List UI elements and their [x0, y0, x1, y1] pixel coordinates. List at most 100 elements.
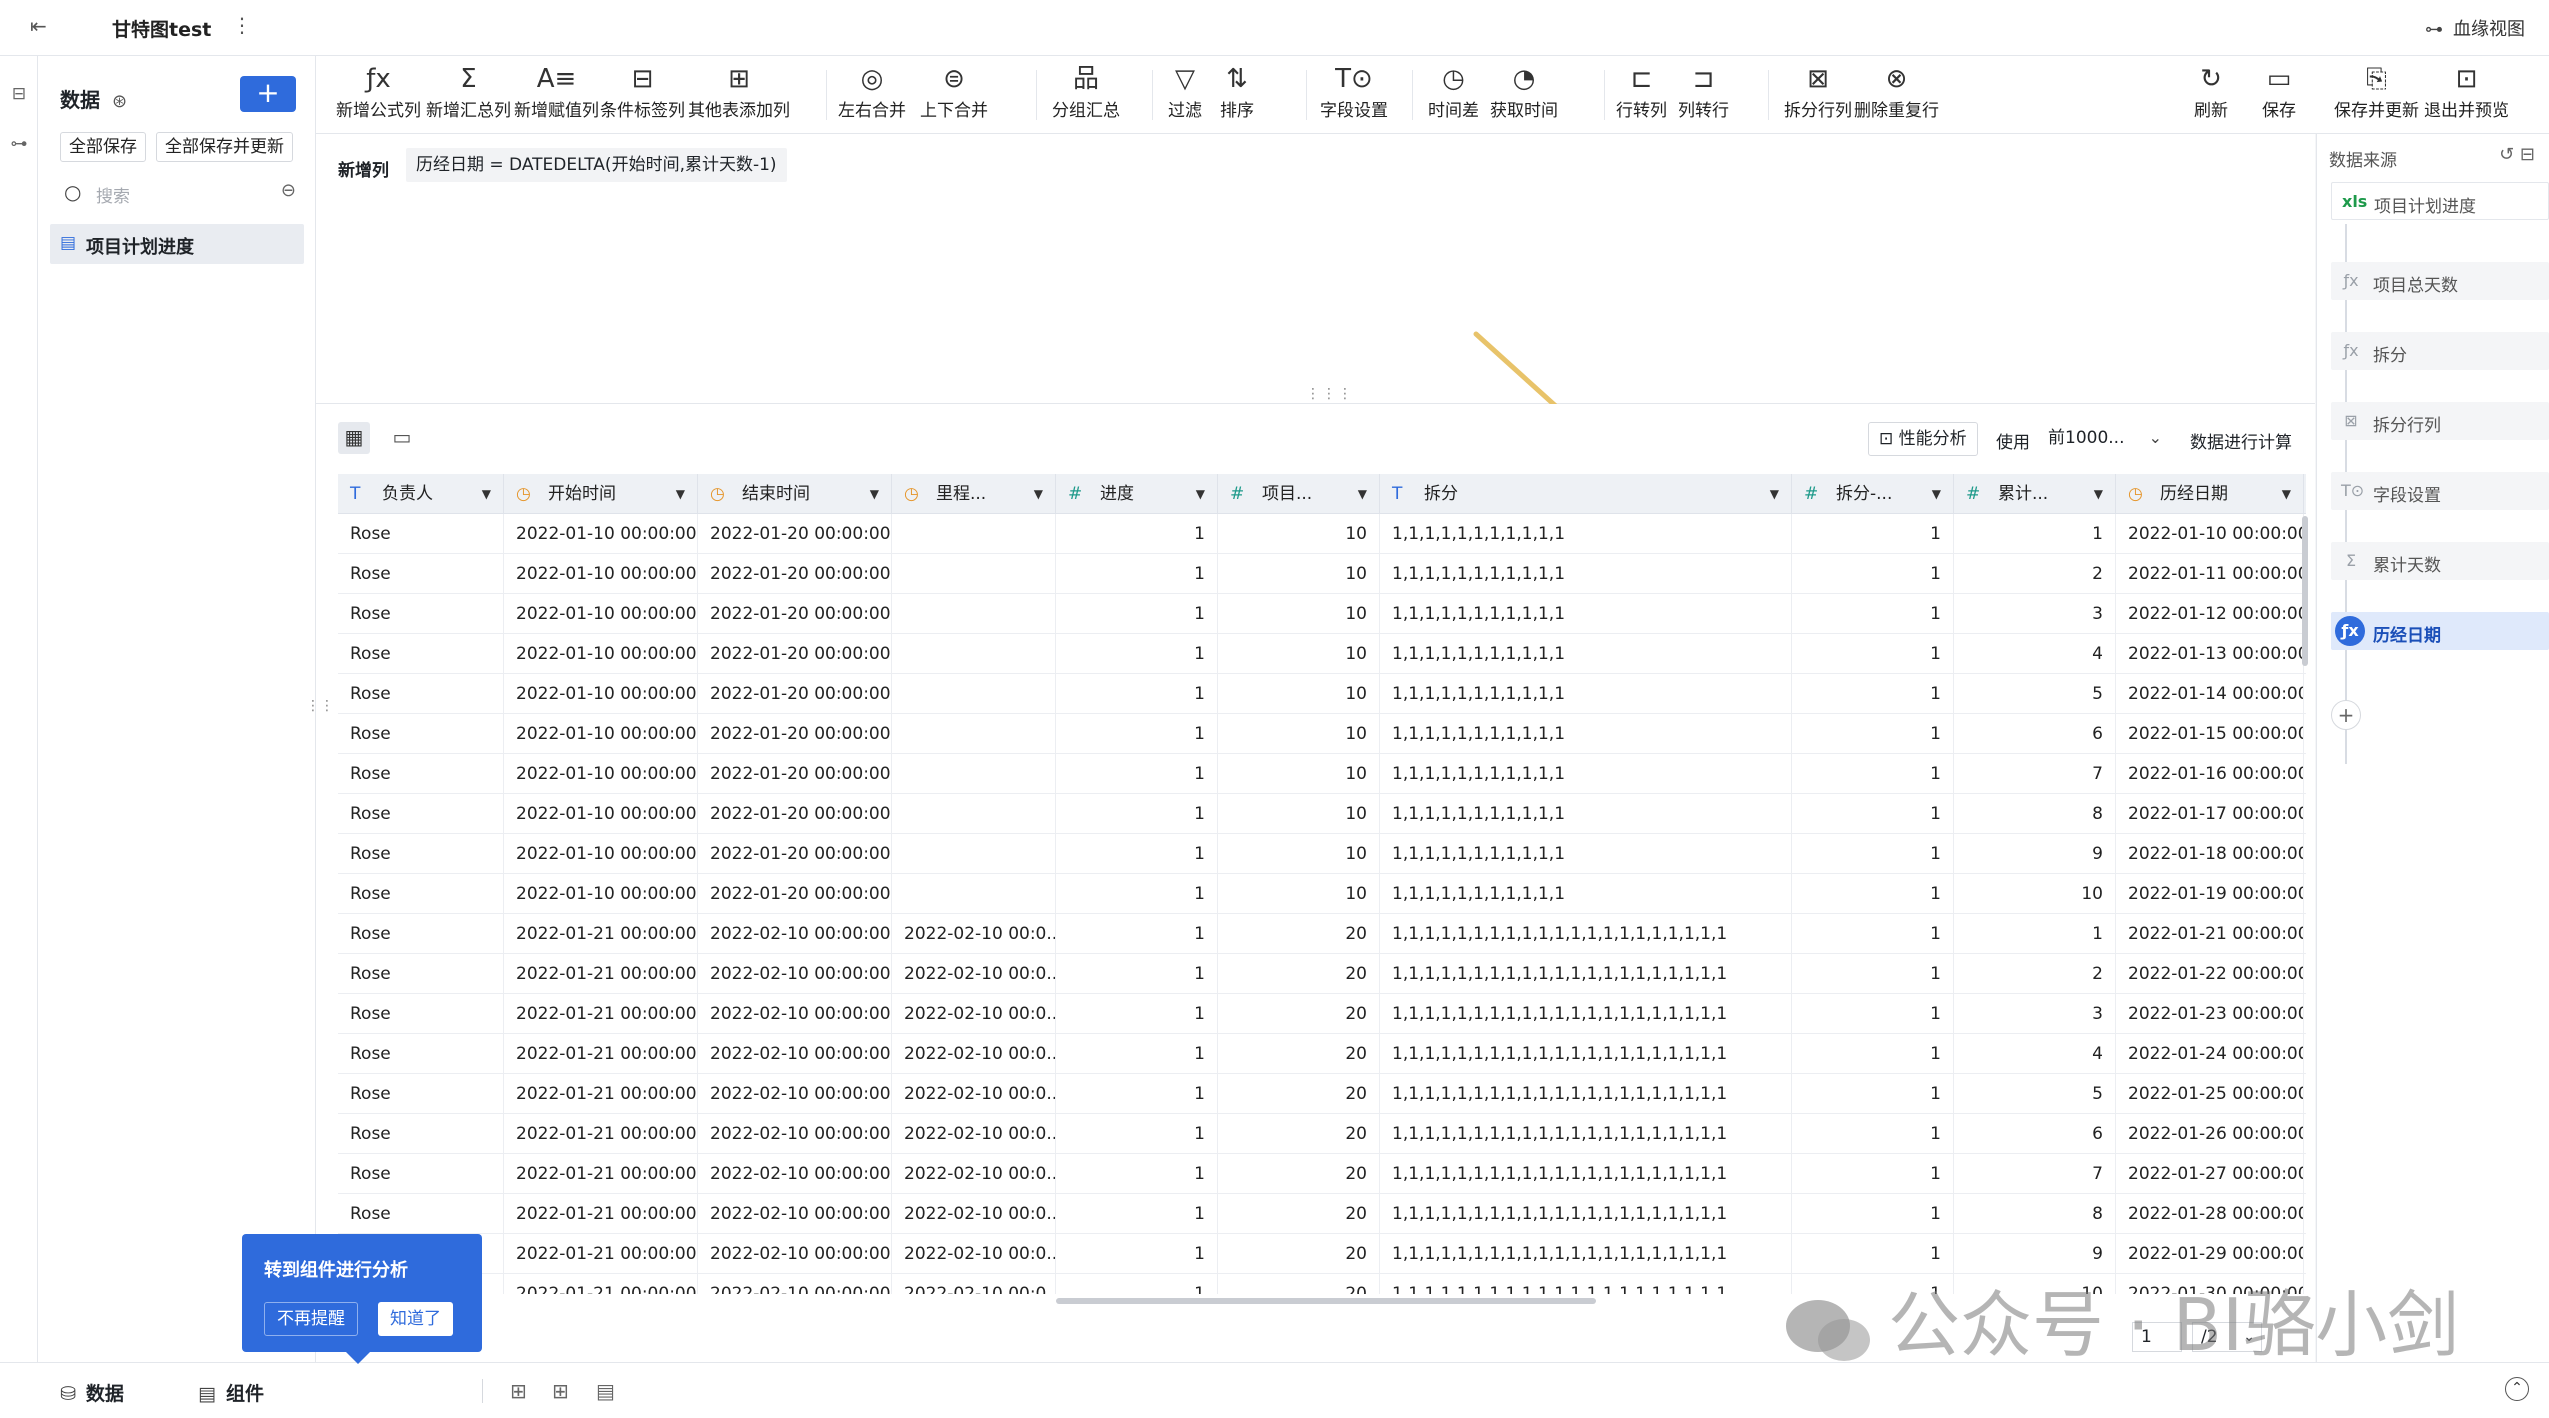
table-row[interactable]: Rose 2022-01-10 00:00:00 2022-01-20 00:00:…: [338, 714, 2306, 754]
toolbar-merge-ud-button[interactable]: ⊜ 上下合并: [920, 62, 988, 121]
tab-component[interactable]: ▤ 组件: [198, 1379, 264, 1406]
save-all-button[interactable]: 全部保存: [60, 132, 146, 162]
step-1[interactable]: ƒx 项目总天数: [2331, 262, 2549, 300]
table-row[interactable]: Rose2022-01-21 00:00:002022-02-10 00:00:…: [338, 1194, 2306, 1234]
caret-down-icon[interactable]: ▼: [1358, 474, 1367, 514]
toolbar-sigma-button[interactable]: Σ 新增汇总列: [426, 62, 511, 121]
tab-data[interactable]: ⛁ 数据: [60, 1379, 124, 1406]
settings-icon[interactable]: ⊛: [112, 91, 127, 112]
table-cell: 2022-01-18 00:00:00: [2116, 834, 2304, 874]
caret-down-icon[interactable]: ▼: [1034, 474, 1043, 514]
caret-down-icon[interactable]: ▼: [482, 474, 491, 514]
step-2[interactable]: ƒx 拆分: [2331, 332, 2549, 370]
table-item-project-plan[interactable]: ▤ 项目计划进度: [50, 224, 304, 264]
add-data-button[interactable]: +: [240, 76, 296, 112]
step-6[interactable]: ƒx 历经日期: [2331, 612, 2549, 650]
resize-handle[interactable]: ⋮⋮⋮: [1306, 386, 1354, 402]
caret-down-icon[interactable]: ▼: [676, 474, 685, 514]
more-icon[interactable]: ⋮: [232, 13, 252, 37]
table-row[interactable]: Rose 2022-01-10 00:00:00 2022-01-20 00:00:…: [338, 754, 2306, 794]
table-row[interactable]: Rose2022-01-21 00:00:002022-02-10 00:00:…: [338, 994, 2306, 1034]
column-header[interactable]: # 累计... ▼: [1954, 474, 2116, 514]
caret-down-icon[interactable]: ▼: [2282, 474, 2291, 514]
add-table-icon[interactable]: ⊞: [552, 1379, 569, 1403]
table-row[interactable]: Rose 2022-01-10 00:00:00 2022-01-20 00:00:…: [338, 594, 2306, 634]
caret-down-icon[interactable]: ▼: [1196, 474, 1205, 514]
toolbar-field-button[interactable]: T⊙ 字段设置: [1320, 62, 1388, 121]
caret-down-icon[interactable]: ▼: [2094, 474, 2103, 514]
toolbar-condition-button[interactable]: ⊟ 条件标签列: [600, 62, 685, 121]
formula-expression[interactable]: 历经日期 = DATEDELTA(开始时间,累计天数-1): [406, 148, 787, 182]
add-chart-icon[interactable]: ⊞: [510, 1379, 527, 1403]
step-4[interactable]: T⊙ 字段设置: [2331, 472, 2549, 510]
dismiss-button[interactable]: 不再提醒: [264, 1302, 358, 1336]
panel-resize-handle[interactable]: ⋮⋮: [306, 698, 334, 714]
column-header[interactable]: ◷ 历经日期 ▼: [2116, 474, 2304, 514]
table-row[interactable]: Rose 2022-01-10 00:00:00 2022-01-20 00:00:…: [338, 794, 2306, 834]
toolbar-filter-button[interactable]: ▽ 过滤: [1168, 62, 1202, 121]
column-header[interactable]: T 负责人 ▼: [338, 474, 504, 514]
caret-down-icon[interactable]: ▼: [1932, 474, 1941, 514]
exit-preview-button[interactable]: ⊡ 退出并预览: [2424, 62, 2509, 121]
search-input[interactable]: 搜索: [96, 182, 130, 207]
horizontal-scrollbar[interactable]: [1056, 1298, 1596, 1304]
source-step[interactable]: xls 项目计划进度: [2331, 182, 2549, 220]
caret-down-icon[interactable]: ▼: [1770, 474, 1779, 514]
caret-down-icon[interactable]: ▼: [870, 474, 879, 514]
toolbar-assign-button[interactable]: A≡ 新增赋值列: [514, 62, 599, 121]
column-header[interactable]: # 进度 ▼: [1056, 474, 1218, 514]
step-3[interactable]: ⊠ 拆分行列: [2331, 402, 2549, 440]
collapse-icon[interactable]: ⌃: [2505, 1377, 2529, 1401]
save-all-update-button[interactable]: 全部保存并更新: [156, 132, 293, 162]
table-row[interactable]: Rose2022-01-21 00:00:002022-02-10 00:00:…: [338, 1034, 2306, 1074]
toolbar-row-to-col-button[interactable]: ⊏ 行转列: [1616, 62, 1667, 121]
toolbar-get-time-button[interactable]: ◔ 获取时间: [1490, 62, 1558, 121]
history-icon[interactable]: ↺ ⊟: [2499, 144, 2535, 165]
grid-view-button[interactable]: ▦: [338, 422, 370, 454]
options-icon[interactable]: ⊖: [281, 180, 296, 201]
toolbar-sort-button[interactable]: ⇅ 排序: [1220, 62, 1254, 121]
save-update-button[interactable]: ⎘ 保存并更新: [2334, 62, 2419, 121]
column-header[interactable]: # 拆分-... ▼: [1792, 474, 1954, 514]
toolbar-fx-button[interactable]: ƒx 新增公式列: [336, 62, 421, 121]
data-prep-icon[interactable]: ⊟: [8, 84, 30, 106]
add-step-button[interactable]: +: [2331, 700, 2361, 730]
lineage-view-button[interactable]: ⊶ 血缘视图: [2425, 15, 2525, 41]
table-row[interactable]: Rose 2022-01-10 00:00:00 2022-01-20 00:00:…: [338, 634, 2306, 674]
table-row[interactable]: Rose 2022-01-10 00:00:00 2022-01-20 00:00:…: [338, 554, 2306, 594]
toolbar-merge-lr-button[interactable]: ◎ 左右合并: [838, 62, 906, 121]
table-row[interactable]: Rose2022-01-21 00:00:002022-02-10 00:00:…: [338, 1074, 2306, 1114]
table-row[interactable]: Rose 2022-01-10 00:00:00 2022-01-20 00:00:…: [338, 874, 2306, 914]
table-row[interactable]: Rose2022-01-21 00:00:002022-02-10 00:00:…: [338, 1154, 2306, 1194]
table-row[interactable]: Rose2022-01-21 00:00:002022-02-10 00:00:…: [338, 914, 2306, 954]
back-icon[interactable]: ⇤: [30, 14, 56, 40]
toolbar-group-button[interactable]: 品分组汇总: [1052, 62, 1120, 121]
vertical-scrollbar[interactable]: [2302, 516, 2308, 666]
column-header[interactable]: ◷ 里程... ▼: [892, 474, 1056, 514]
search-box[interactable]: ○ 搜索 ⊖: [60, 178, 300, 208]
table-row[interactable]: Rose2022-01-21 00:00:002022-02-10 00:00:…: [338, 1114, 2306, 1154]
column-header[interactable]: ◷ 结束时间 ▼: [698, 474, 892, 514]
table-row[interactable]: Rose2022-01-21 00:00:002022-02-10 00:00:…: [338, 954, 2306, 994]
row-limit-select[interactable]: 前1000... ⌄: [2042, 422, 2162, 456]
table-row[interactable]: Rose 2022-01-10 00:00:00 2022-01-20 00:00:…: [338, 514, 2306, 554]
toolbar-dedup-button[interactable]: ⊗ 删除重复行: [1854, 62, 1939, 121]
add-report-icon[interactable]: ▤: [596, 1379, 615, 1403]
step-5[interactable]: Σ 累计天数: [2331, 542, 2549, 580]
column-header[interactable]: ◷ 开始时间 ▼: [504, 474, 698, 514]
toolbar-time-diff-button[interactable]: ◷ 时间差: [1428, 62, 1479, 121]
ok-button[interactable]: 知道了: [378, 1302, 453, 1336]
lineage-nav-icon[interactable]: ⊶: [8, 134, 30, 156]
table-row[interactable]: Rose 2022-01-10 00:00:00 2022-01-20 00:00:…: [338, 674, 2306, 714]
performance-analysis-button[interactable]: ⊡ 性能分析: [1868, 422, 1978, 456]
toolbar-col-to-row-button[interactable]: ⊐ 列转行: [1678, 62, 1729, 121]
column-header[interactable]: T 拆分 ▼: [1380, 474, 1792, 514]
column-header[interactable]: # 项目... ▼: [1218, 474, 1380, 514]
refresh-button[interactable]: ↻ 刷新: [2194, 62, 2228, 121]
table-row[interactable]: Rose 2022-01-10 00:00:00 2022-01-20 00:00:…: [338, 834, 2306, 874]
toolbar-add-column-button[interactable]: ⊞ 其他表添加列: [688, 62, 790, 121]
field-view-button[interactable]: ▭: [386, 422, 418, 454]
toolbar-split-button[interactable]: ⊠ 拆分行列: [1784, 62, 1852, 121]
table-cell: 1: [1056, 1234, 1218, 1274]
save-button[interactable]: ▭ 保存: [2262, 62, 2296, 121]
